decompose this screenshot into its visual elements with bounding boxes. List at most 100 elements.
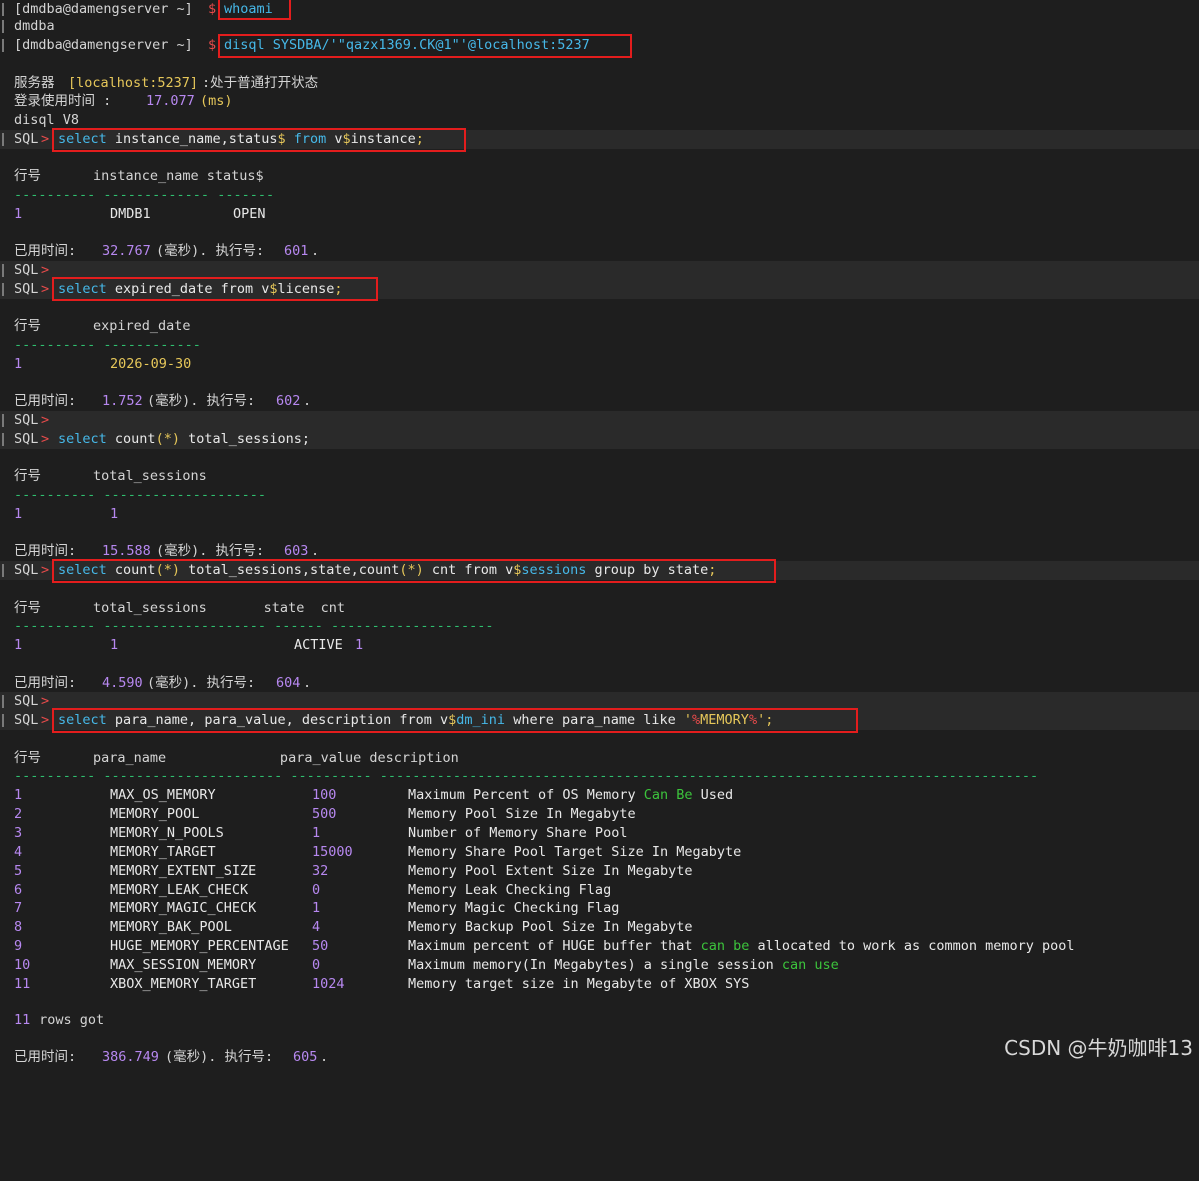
row-number: 2 xyxy=(14,805,23,822)
line-marker xyxy=(2,39,4,52)
cell-para-name: MAX_SESSION_MEMORY xyxy=(110,957,257,974)
cell-para-value: 50 xyxy=(312,938,329,955)
shell-prompt: [dmdba@damengserver ~] xyxy=(14,37,193,53)
elapsed-label: 已用时间: xyxy=(14,243,85,259)
cell-description: Memory Backup Pool Size In Megabyte xyxy=(408,919,693,936)
elapsed-line: 已用时间: 32.767 (毫秒). 执行号: 601 . xyxy=(14,243,320,259)
cell-para-name: MEMORY_EXTENT_SIZE xyxy=(110,862,257,879)
line-marker xyxy=(2,564,4,577)
line-marker xyxy=(2,3,4,16)
table-row: 11 XBOX_MEMORY_TARGET 1024 Memory target si… xyxy=(0,975,1199,994)
watermark: CSDN @牛奶咖啡13 xyxy=(1004,1036,1193,1060)
result-separator: ---------- ------------- ------- xyxy=(14,187,275,203)
result-header: 行号 instance_name status$ xyxy=(0,167,1199,186)
server-address: [localhost:5237] xyxy=(68,75,199,91)
result-header: 行号 total_sessions state cnt xyxy=(14,600,345,616)
table-row: 5 MEMORY_EXTENT_SIZE 32 Memory Pool Extent … xyxy=(0,862,1199,881)
cell-description: Memory Share Pool Target Size In Megabyt… xyxy=(408,843,742,860)
login-time-value: 17.077 xyxy=(146,93,195,109)
table-row: 2 MEMORY_POOL 500 Memory Pool Size In Megab… xyxy=(0,805,1199,824)
table-row: 1 MAX_OS_MEMORY 100 Maximum Percent of OS M… xyxy=(0,786,1199,805)
table-row: 10 MAX_SESSION_MEMORY 0 Maximum memory(In M… xyxy=(0,956,1199,975)
server-state: :处于普通打开状态 xyxy=(202,75,319,91)
cell-para-name: MEMORY_POOL xyxy=(110,805,200,822)
sql-statement: select para_name, para_value, descriptio… xyxy=(58,712,774,728)
cell-para-name: HUGE_MEMORY_PERCENTAGE xyxy=(110,938,289,955)
table-row: 8 MEMORY_BAK_POOL 4 Memory Backup Pool Size… xyxy=(0,918,1199,937)
sql-empty-line: SQL > xyxy=(0,411,1199,430)
table-row: 1 1 ACTIVE 1 xyxy=(0,636,1199,655)
row-number: 7 xyxy=(14,900,23,917)
rows-got-line: 11 rows got xyxy=(0,1011,1199,1030)
sql-input-line: SQL > select expired_date from v$license… xyxy=(0,280,1199,299)
cell-para-name: MEMORY_BAK_POOL xyxy=(110,919,232,936)
cell-para-name: MEMORY_TARGET xyxy=(110,843,216,860)
result-separator: ---------- ------------ xyxy=(14,337,201,353)
row-number: 9 xyxy=(14,938,23,955)
result-header: 行号 expired_date xyxy=(14,318,191,334)
sql-prompt: SQL xyxy=(14,131,39,147)
cell-total-sessions: 1 xyxy=(110,506,119,522)
exec-number: 601 xyxy=(284,243,309,259)
line-marker xyxy=(2,433,4,446)
cell-para-value: 0 xyxy=(312,957,321,974)
server-label: 服务器 xyxy=(14,75,55,91)
line-marker xyxy=(2,133,4,146)
table-row: 6 MEMORY_LEAK_CHECK 0 Memory Leak Checking … xyxy=(0,881,1199,900)
cell-para-name: MEMORY_N_POOLS xyxy=(110,824,224,841)
elapsed-line: 已用时间: 1.752 (毫秒). 执行号: 602 . xyxy=(14,393,312,409)
sql-input-line: SQL > select count(*) total_sessions; xyxy=(0,430,1199,449)
cell-description: Memory target size in Megabyte of XBOX S… xyxy=(408,976,750,992)
cell-para-value: 1 xyxy=(312,900,321,917)
cell-description: Memory Pool Extent Size In Megabyte xyxy=(408,862,693,879)
line-marker xyxy=(2,695,4,708)
terminal-line: dmdba xyxy=(0,17,1199,36)
result-separator: ---------- -------------------- ------ -… xyxy=(14,618,494,634)
row-number: 5 xyxy=(14,862,23,879)
result-header: 行号 total_sessions xyxy=(14,468,207,484)
cell-description: Maximum percent of HUGE buffer that can … xyxy=(408,938,1075,955)
sql-empty-line: SQL > xyxy=(0,692,1199,711)
cell-total-sessions: 1 xyxy=(110,637,119,653)
rows-count: 11 xyxy=(14,1012,31,1028)
table-row: 7 MEMORY_MAGIC_CHECK 1 Memory Magic Checkin… xyxy=(0,899,1199,918)
sql-statement: select count(*) total_sessions; xyxy=(58,431,310,447)
cell-status: OPEN xyxy=(233,206,266,222)
row-number: 1 xyxy=(14,506,23,522)
login-time-unit: (ms) xyxy=(200,93,233,109)
row-number: 11 xyxy=(14,976,31,992)
table-row: 1 2026-09-30 xyxy=(0,355,1199,374)
cell-para-value: 4 xyxy=(312,919,321,936)
line-marker xyxy=(2,20,4,33)
result-separator: ---------- -------------------- xyxy=(14,487,266,503)
header-columns: instance_name status$ xyxy=(93,168,264,184)
result-header: 行号 para_name para_value description xyxy=(14,750,459,766)
cell-para-value: 32 xyxy=(312,862,329,879)
cell-description: Memory Leak Checking Flag xyxy=(408,881,612,898)
table-row: 1 DMDB1 OPEN xyxy=(0,205,1199,224)
table-row: 4 MEMORY_TARGET 15000 Memory Share Pool Tar… xyxy=(0,843,1199,862)
command-output: dmdba xyxy=(14,18,55,34)
disql-version: disql V8 xyxy=(14,112,80,128)
row-number: 1 xyxy=(14,787,23,803)
row-number: 1 xyxy=(14,356,23,372)
cell-para-name: MAX_OS_MEMORY xyxy=(110,787,216,803)
terminal-line: [dmdba@damengserver ~] $ disql SYSDBA/'"… xyxy=(0,36,1199,55)
terminal-line: 服务器 [localhost:5237] :处于普通打开状态 xyxy=(0,74,1199,93)
cell-description: Maximum memory(In Megabytes) a single se… xyxy=(408,957,839,974)
terminal-line: disql V8 xyxy=(0,111,1199,130)
sql-input-line: SQL > select para_name, para_value, desc… xyxy=(0,711,1199,730)
prompt-dollar: $ xyxy=(208,37,217,53)
row-number: 1 xyxy=(14,206,23,222)
terminal-window[interactable]: [dmdba@damengserver ~] $ whoami dmdba [d… xyxy=(0,0,1199,1067)
cell-description: Memory Magic Checking Flag xyxy=(408,900,620,917)
elapsed-value: 32.767 xyxy=(102,243,151,259)
row-number: 3 xyxy=(14,824,23,841)
cell-para-value: 500 xyxy=(312,805,337,822)
row-number: 10 xyxy=(14,957,31,974)
cell-para-value: 15000 xyxy=(312,843,353,860)
cell-para-value: 1 xyxy=(312,824,321,841)
row-number: 4 xyxy=(14,843,23,860)
header-row-number: 行号 xyxy=(14,168,41,184)
table-row: 3 MEMORY_N_POOLS 1 Number of Memory Share P… xyxy=(0,824,1199,843)
